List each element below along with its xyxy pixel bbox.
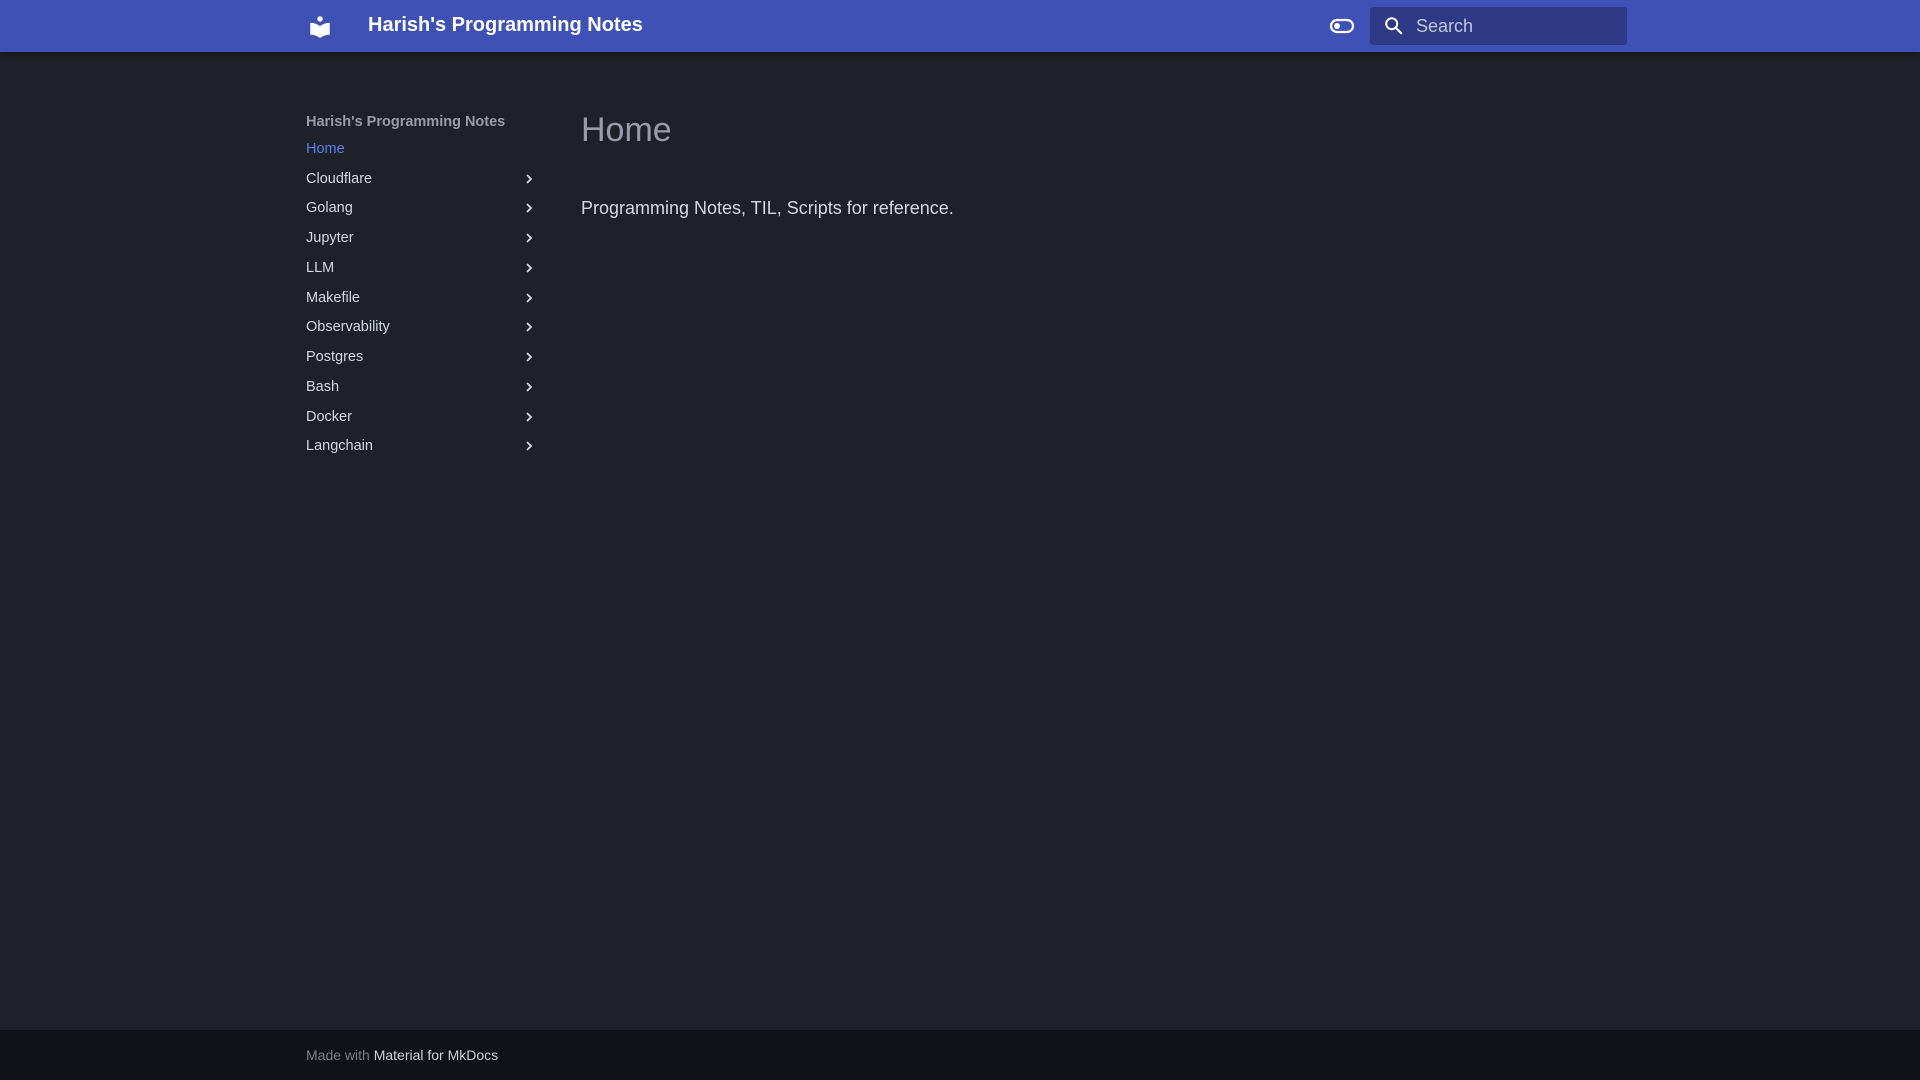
page-title: Home (581, 111, 672, 149)
nav-title: Harish's Programming Notes (306, 114, 506, 130)
sidebar-nav: Harish's Programming Notes Home Cloudflar… (306, 110, 538, 461)
sidebar-item-label: Docker (306, 408, 352, 425)
chevron-right-icon[interactable] (522, 261, 536, 275)
sidebar-item-jupyter[interactable]: Jupyter (306, 223, 538, 253)
sidebar-item-home[interactable]: Home (306, 134, 538, 164)
sidebar-item-golang[interactable]: Golang (306, 194, 538, 224)
sidebar-item-llm[interactable]: LLM (306, 253, 538, 283)
search-box[interactable] (1370, 7, 1627, 45)
sidebar-item-label: Jupyter (306, 230, 354, 247)
header: Harish's Programming Notes (0, 0, 1920, 52)
sidebar-item-observability[interactable]: Observability (306, 313, 538, 343)
chevron-right-icon[interactable] (522, 231, 536, 245)
chevron-right-icon[interactable] (522, 350, 536, 364)
chevron-right-icon[interactable] (522, 380, 536, 394)
sidebar-item-label: Home (306, 140, 345, 157)
sidebar-item-docker[interactable]: Docker (306, 402, 538, 432)
sidebar-item-label: Cloudflare (306, 170, 373, 187)
site-title[interactable]: Harish's Programming Notes (368, 14, 643, 37)
chevron-right-icon[interactable] (522, 172, 536, 186)
footer-prefix: Made with (306, 1047, 370, 1063)
sidebar-item-label: Makefile (306, 289, 360, 306)
chevron-right-icon[interactable] (522, 320, 536, 334)
sidebar-item-cloudflare[interactable]: Cloudflare (306, 164, 538, 194)
chevron-right-icon[interactable] (522, 439, 536, 453)
sidebar-item-makefile[interactable]: Makefile (306, 283, 538, 313)
book-reader-icon[interactable] (307, 13, 333, 39)
search-input[interactable] (1416, 7, 1616, 45)
search-icon (1385, 17, 1403, 35)
sidebar-item-bash[interactable]: Bash (306, 372, 538, 402)
sidebar-item-label: Golang (306, 200, 353, 217)
sidebar-item-label: Langchain (306, 438, 373, 455)
sidebar-item-label: Observability (306, 319, 390, 336)
footer-link[interactable]: Material for MkDocs (374, 1047, 498, 1063)
chevron-right-icon[interactable] (522, 291, 536, 305)
theme-toggle-icon[interactable] (1329, 16, 1355, 36)
footer: Made with Material for MkDocs (0, 1030, 1920, 1080)
sidebar-item-label: Postgres (306, 349, 364, 366)
sidebar-item-langchain[interactable]: Langchain (306, 432, 538, 462)
chevron-right-icon[interactable] (522, 410, 536, 424)
sidebar-item-label: LLM (306, 259, 335, 276)
sidebar-item-postgres[interactable]: Postgres (306, 342, 538, 372)
sidebar-item-label: Bash (306, 378, 340, 395)
footer-text: Made with Material for MkDocs (306, 1047, 498, 1063)
chevron-right-icon[interactable] (522, 201, 536, 215)
page-paragraph: Programming Notes, TIL, Scripts for refe… (581, 198, 954, 218)
main-content: Home Programming Notes, TIL, Scripts for… (581, 108, 954, 219)
